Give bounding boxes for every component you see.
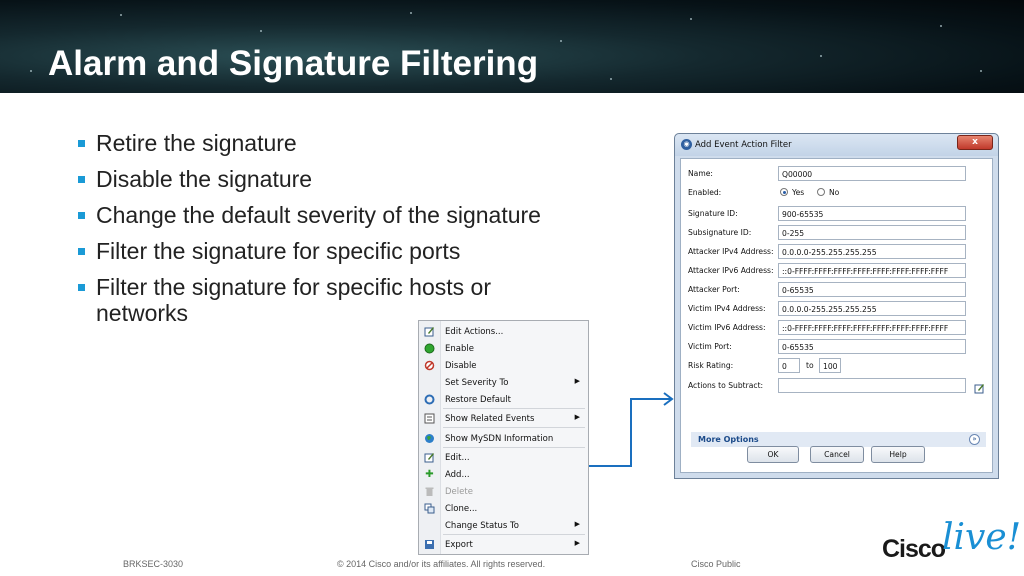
disable-icon (424, 360, 435, 371)
menu-item-export[interactable]: Export ▶ (419, 536, 588, 553)
enable-icon (424, 343, 435, 354)
victim-ipv4-label: Victim IPv4 Address: (688, 304, 766, 313)
save-icon (424, 539, 435, 550)
submenu-arrow-icon: ▶ (574, 520, 580, 528)
actions-to-subtract-label: Actions to Subtract: (688, 381, 764, 390)
actions-to-subtract-field[interactable] (778, 378, 966, 393)
clone-icon (424, 503, 435, 514)
dialog-body: Name: Q00000 Enabled: Yes No Signature I… (680, 158, 993, 473)
menu-separator (443, 447, 585, 448)
signature-id-label: Signature ID: (688, 209, 738, 218)
submenu-arrow-icon: ▶ (574, 539, 580, 547)
attacker-ipv4-field[interactable]: 0.0.0.0-255.255.255.255 (778, 244, 966, 259)
trash-icon (424, 486, 435, 497)
victim-port-label: Victim Port: (688, 342, 732, 351)
menu-item-edit-actions[interactable]: Edit Actions... (419, 323, 588, 340)
edit-icon[interactable] (974, 379, 985, 394)
more-options-bar[interactable]: More Options » (691, 432, 986, 447)
ok-button[interactable]: OK (747, 446, 799, 463)
footer-session-id: BRKSEC-3030 (123, 559, 184, 569)
signature-id-field[interactable]: 900-65535 (778, 206, 966, 221)
victim-ipv4-field[interactable]: 0.0.0.0-255.255.255.255 (778, 301, 966, 316)
menu-item-edit[interactable]: Edit... (419, 449, 588, 466)
close-button[interactable]: x (957, 135, 993, 150)
risk-rating-from-field[interactable]: 0 (778, 358, 800, 373)
enabled-yes-radio[interactable] (780, 188, 788, 196)
enabled-no-radio[interactable] (817, 188, 825, 196)
cisco-live-logo: Cisco live! (882, 517, 1022, 563)
attacker-ipv6-field[interactable]: ::0-FFFF:FFFF:FFFF:FFFF:FFFF:FFFF:FFFF:F… (778, 263, 966, 278)
victim-port-field[interactable]: 0-65535 (778, 339, 966, 354)
menu-separator (443, 534, 585, 535)
menu-item-show-mysdn[interactable]: Show MySDN Information (419, 430, 588, 447)
menu-item-enable[interactable]: Enable (419, 340, 588, 357)
menu-item-clone[interactable]: Clone... (419, 500, 588, 517)
menu-item-change-status[interactable]: Change Status To ▶ (419, 517, 588, 534)
enabled-yes-label: Yes (792, 188, 805, 197)
dialog-title: Add Event Action Filter (695, 140, 792, 150)
expand-chevron-icon[interactable]: » (969, 434, 980, 445)
victim-ipv6-field[interactable]: ::0-FFFF:FFFF:FFFF:FFFF:FFFF:FFFF:FFFF:F… (778, 320, 966, 335)
cancel-button[interactable]: Cancel (810, 446, 864, 463)
name-field[interactable]: Q00000 (778, 166, 966, 181)
menu-item-delete[interactable]: Delete (419, 483, 588, 500)
menu-item-show-related-events[interactable]: Show Related Events ▶ (419, 410, 588, 427)
submenu-arrow-icon: ▶ (574, 413, 580, 421)
attacker-ipv4-label: Attacker IPv4 Address: (688, 247, 774, 256)
risk-rating-to-field[interactable]: 100 (819, 358, 841, 373)
footer-copyright: © 2014 Cisco and/or its affiliates. All … (337, 559, 546, 569)
dialog-title-bar[interactable]: ◉ Add Event Action Filter x (675, 134, 998, 156)
menu-item-disable[interactable]: Disable (419, 357, 588, 374)
events-icon (424, 413, 435, 424)
add-icon: ✚ (425, 469, 434, 480)
add-event-action-filter-dialog: ◉ Add Event Action Filter x Name: Q00000… (674, 133, 999, 479)
menu-separator (443, 427, 585, 428)
subsignature-id-field[interactable]: 0-255 (778, 225, 966, 240)
risk-rating-label: Risk Rating: (688, 361, 734, 370)
attacker-ipv6-label: Attacker IPv6 Address: (688, 266, 774, 275)
footer-classification: Cisco Public (691, 559, 741, 569)
menu-item-add[interactable]: ✚ Add... (419, 466, 588, 483)
edit-icon (424, 452, 435, 463)
name-label: Name: (688, 169, 713, 178)
attacker-port-label: Attacker Port: (688, 285, 740, 294)
attacker-port-field[interactable]: 0-65535 (778, 282, 966, 297)
menu-item-set-severity[interactable]: Set Severity To ▶ (419, 374, 588, 391)
edit-actions-icon (424, 326, 435, 337)
enabled-label: Enabled: (688, 188, 722, 197)
context-menu: Edit Actions... Enable Disable Set Sever… (418, 320, 589, 555)
globe-icon (424, 433, 435, 444)
more-options-label: More Options (698, 435, 759, 444)
subsignature-id-label: Subsignature ID: (688, 228, 752, 237)
menu-item-restore-default[interactable]: Restore Default (419, 391, 588, 408)
app-icon: ◉ (681, 139, 692, 150)
submenu-arrow-icon: ▶ (574, 377, 580, 385)
risk-rating-to-label: to (806, 361, 814, 370)
enabled-no-label: No (829, 188, 840, 197)
victim-ipv6-label: Victim IPv6 Address: (688, 323, 766, 332)
restore-icon (424, 394, 435, 405)
help-button[interactable]: Help (871, 446, 925, 463)
menu-separator (443, 408, 585, 409)
